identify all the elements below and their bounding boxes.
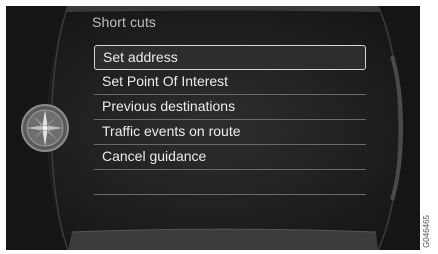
menu-item-set-address[interactable]: Set address [94, 45, 366, 70]
menu-item-traffic-events[interactable]: Traffic events on route [94, 120, 366, 145]
menu-item-cancel-guidance[interactable]: Cancel guidance [94, 145, 366, 170]
shortcut-menu: Set address Set Point Of Interest Previo… [94, 45, 366, 195]
compass-icon [20, 103, 70, 153]
menu-item-empty [94, 170, 366, 195]
menu-item-set-point-of-interest[interactable]: Set Point Of Interest [94, 70, 366, 95]
navigation-screen: Short cuts Set address Set Point Of Inte… [6, 6, 420, 250]
page-title: Short cuts [92, 14, 157, 30]
figure-code: G046465 [422, 215, 431, 248]
menu-item-previous-destinations[interactable]: Previous destinations [94, 95, 366, 120]
